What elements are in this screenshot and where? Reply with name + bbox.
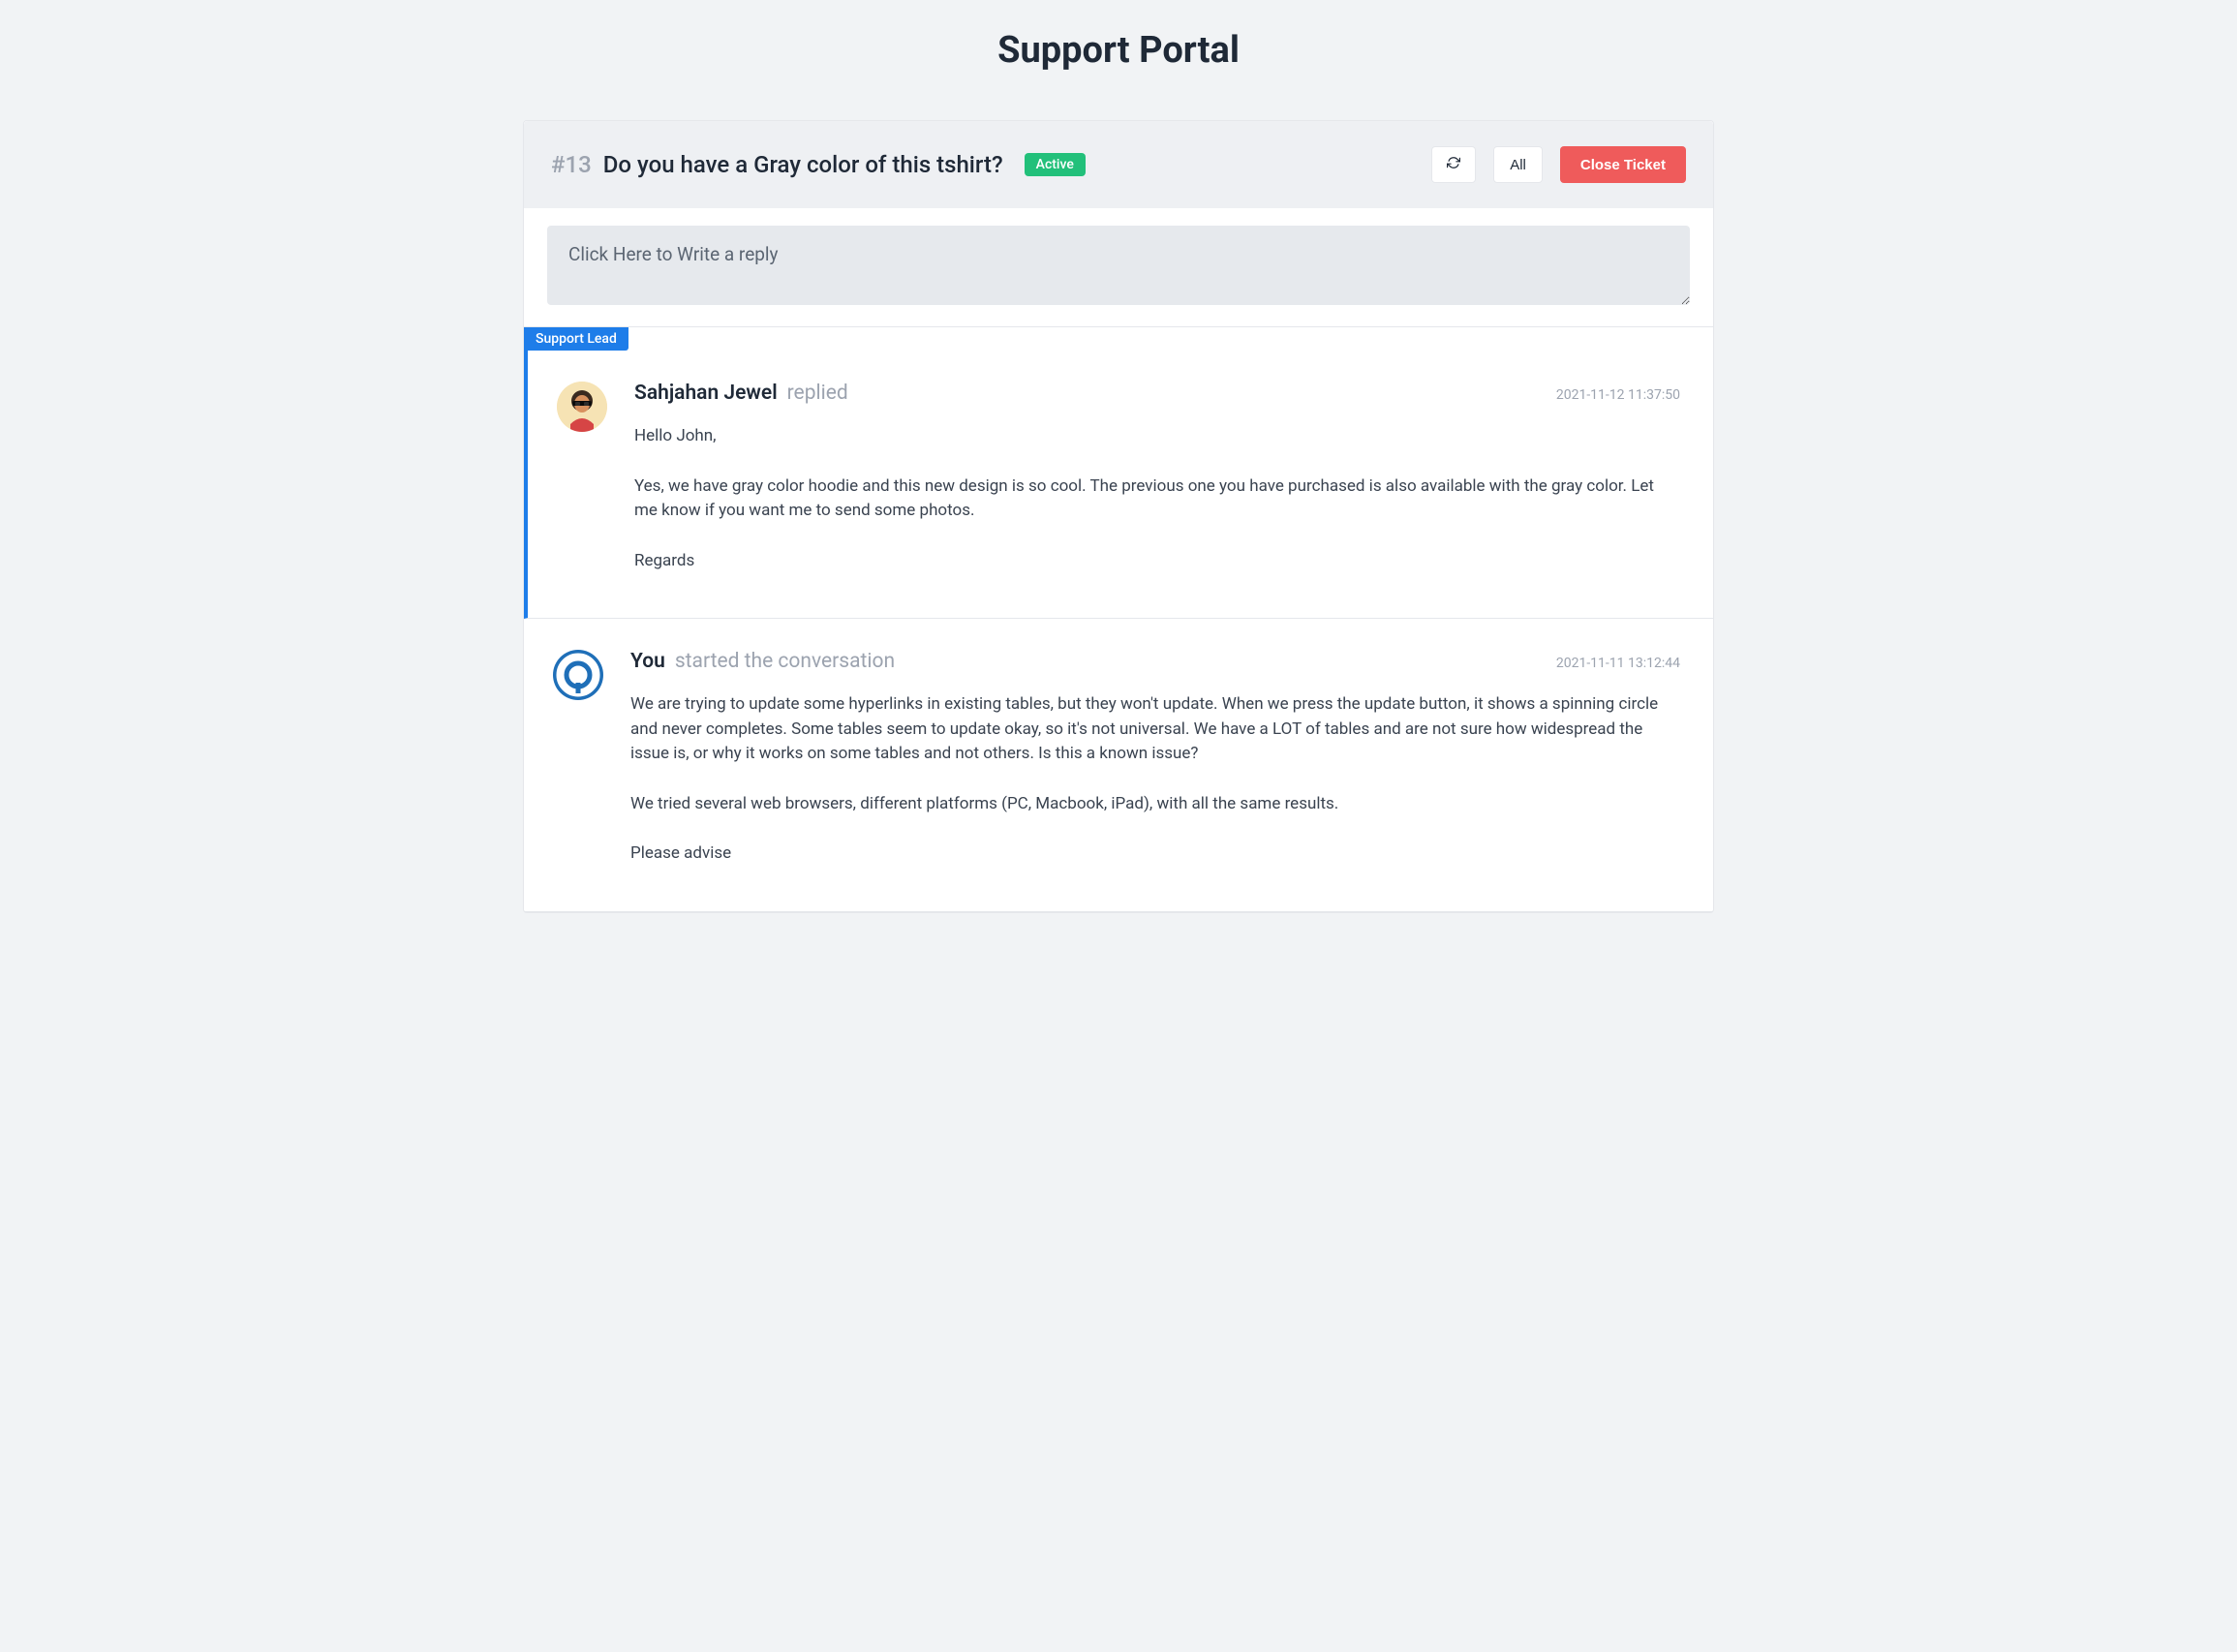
refresh-button[interactable] [1431, 146, 1476, 183]
page-title: Support Portal [0, 29, 2237, 72]
refresh-icon [1447, 156, 1460, 173]
status-badge: Active [1025, 153, 1086, 176]
all-button[interactable]: All [1493, 146, 1543, 183]
conversation-agent: Support Lead Sahjahan Jewel replied [524, 327, 1713, 619]
author-action: replied [787, 382, 848, 405]
close-ticket-button[interactable]: Close Ticket [1560, 146, 1686, 183]
avatar [553, 650, 603, 700]
ticket-subject: Do you have a Gray color of this tshirt? [603, 151, 1003, 178]
conversation-customer: You started the conversation 2021-11-11 … [524, 619, 1713, 912]
message-body: Hello John, Yes, we have gray color hood… [634, 424, 1680, 573]
avatar [557, 382, 607, 432]
ticket-panel: #13 Do you have a Gray color of this tsh… [523, 120, 1714, 913]
reply-input[interactable] [547, 226, 1690, 305]
author-name: Sahjahan Jewel [634, 382, 778, 405]
timestamp: 2021-11-12 11:37:50 [1556, 387, 1680, 403]
author-name: You [630, 650, 665, 673]
author-action: started the conversation [675, 650, 895, 673]
timestamp: 2021-11-11 13:12:44 [1556, 656, 1680, 671]
message-body: We are trying to update some hyperlinks … [630, 692, 1680, 867]
reply-area [524, 208, 1713, 327]
role-badge: Support Lead [524, 327, 628, 351]
ticket-id: #13 [551, 151, 592, 178]
ticket-header: #13 Do you have a Gray color of this tsh… [524, 121, 1713, 208]
